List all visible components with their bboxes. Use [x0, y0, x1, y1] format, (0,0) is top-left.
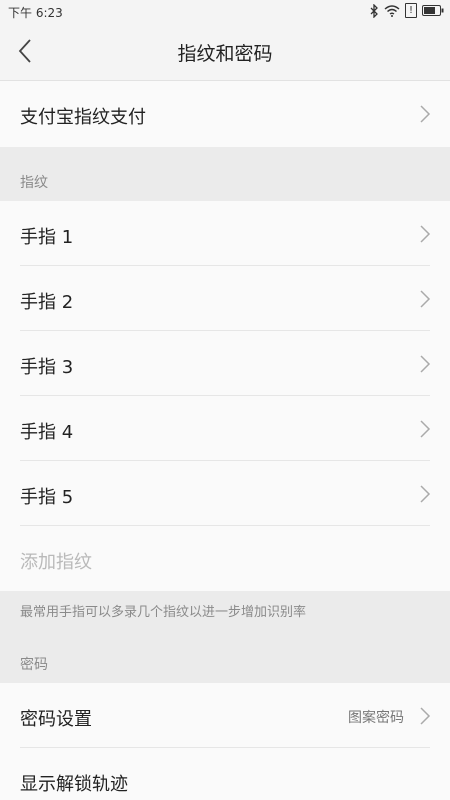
add-fingerprint-item[interactable]: 添加指纹 [0, 526, 450, 591]
add-fingerprint-label: 添加指纹 [20, 552, 92, 573]
bluetooth-icon [369, 3, 379, 18]
chevron-right-icon [420, 290, 431, 308]
fingerprint-section-title: 指纹 [20, 175, 48, 191]
finger-label: 手指 5 [20, 487, 74, 508]
finger-label: 手指 1 [20, 227, 74, 248]
finger-label: 手指 2 [20, 292, 74, 313]
finger-item-2[interactable]: 手指 2 [0, 266, 450, 331]
fingerprint-hint-text: 最常用手指可以多录几个指纹以进一步增加识别率 [20, 605, 307, 620]
status-bar: 下午 6:23 ! [0, 0, 450, 22]
battery-icon [422, 5, 444, 16]
finger-item-3[interactable]: 手指 3 [0, 331, 450, 396]
chevron-right-icon [420, 105, 431, 123]
show-unlock-track-label: 显示解锁轨迹 [20, 774, 128, 795]
chevron-right-icon [420, 355, 431, 373]
finger-label: 手指 4 [20, 422, 74, 443]
chevron-right-icon [420, 225, 431, 243]
page-title: 指纹和密码 [177, 43, 273, 65]
alipay-fingerprint-pay-label: 支付宝指纹支付 [20, 107, 146, 128]
password-section-title: 密码 [20, 657, 48, 673]
alipay-fingerprint-pay-item[interactable]: 支付宝指纹支付 [0, 81, 450, 147]
finger-item-4[interactable]: 手指 4 [0, 396, 450, 461]
finger-item-5[interactable]: 手指 5 [0, 461, 450, 526]
chevron-right-icon [420, 707, 431, 725]
app-header: 指纹和密码 [0, 22, 450, 81]
password-setting-item[interactable]: 密码设置 图案密码 [0, 683, 450, 748]
show-unlock-track-item[interactable]: 显示解锁轨迹 [0, 748, 450, 800]
fingerprint-section-header: 指纹 [0, 147, 450, 201]
fingerprint-hint: 最常用手指可以多录几个指纹以进一步增加识别率 [0, 591, 450, 627]
wifi-icon [384, 4, 400, 17]
password-setting-value: 图案密码 [348, 710, 404, 726]
chevron-right-icon [420, 485, 431, 503]
sim-alert-icon: ! [405, 3, 417, 18]
password-setting-label: 密码设置 [20, 709, 92, 730]
status-time: 下午 6:23 [8, 6, 63, 20]
status-icons: ! [369, 3, 444, 18]
chevron-right-icon [420, 420, 431, 438]
finger-item-1[interactable]: 手指 1 [0, 201, 450, 266]
password-section-header: 密码 [0, 627, 450, 683]
finger-label: 手指 3 [20, 357, 74, 378]
